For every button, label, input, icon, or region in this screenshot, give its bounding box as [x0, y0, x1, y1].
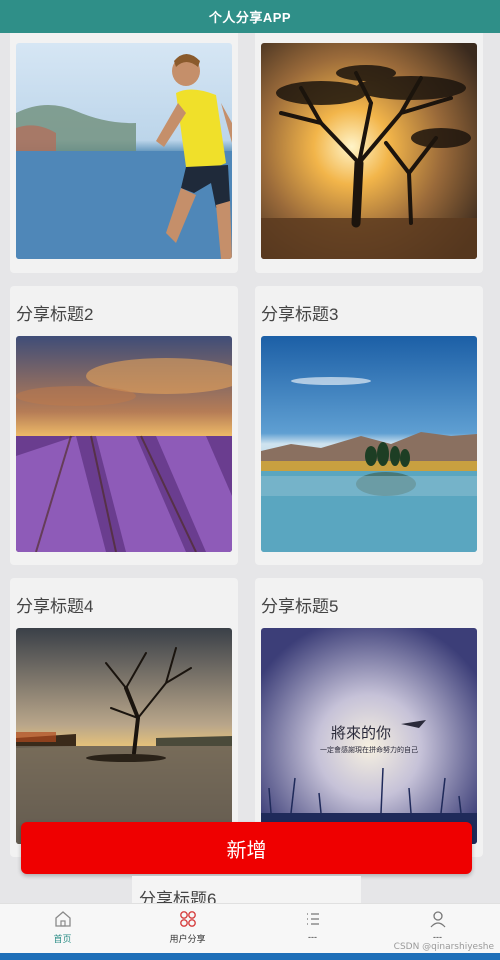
post-image-mountain-lake[interactable]	[261, 336, 477, 552]
tab-list[interactable]: ---	[250, 904, 375, 954]
watermark: CSDN @qinarshiyeshe	[393, 942, 494, 952]
tab-label: ---	[308, 932, 317, 942]
tab-home[interactable]: 首页	[0, 904, 125, 954]
post-title[interactable]: 分享标题5	[261, 592, 338, 617]
post-image-runner[interactable]	[16, 43, 232, 259]
bottom-edge	[0, 953, 500, 960]
tab-user-share[interactable]: 用户分享	[125, 904, 250, 954]
post-feed[interactable]: 分享标题2 分享标题3 分享标题4 分享标题5 將來的你 一定會感謝現在拼命努力…	[0, 33, 500, 903]
post-image-tree-sunset[interactable]	[261, 43, 477, 259]
post-card[interactable]: 分享标题4	[10, 578, 238, 857]
tab-label: ---	[433, 932, 442, 942]
quote-overlay-title: 將來的你	[331, 724, 391, 742]
quote-overlay-sub: 一定會感謝現在拼命努力的自己	[320, 745, 418, 754]
post-image-quote[interactable]: 將來的你 一定會感謝現在拼命努力的自己	[261, 628, 477, 844]
post-title[interactable]: 分享标题3	[261, 300, 338, 325]
list-icon	[306, 913, 319, 925]
post-card[interactable]	[255, 33, 483, 273]
post-card[interactable]	[10, 33, 238, 273]
post-card[interactable]: 分享标题5 將來的你 一定會感謝現在拼命努力的自己	[255, 578, 483, 857]
tab-label: 用户分享	[169, 934, 206, 944]
home-icon	[54, 911, 71, 927]
user-icon	[430, 911, 445, 928]
post-image-lone-tree[interactable]	[16, 628, 232, 844]
app-header: 个人分享APP	[0, 0, 500, 33]
post-title[interactable]: 分享标题4	[16, 592, 93, 617]
app-title: 个人分享APP	[208, 10, 292, 25]
post-title[interactable]: 分享标题2	[16, 300, 93, 325]
tab-label: 首页	[53, 934, 72, 944]
share-icon	[179, 911, 196, 927]
add-post-button[interactable]: 新增	[21, 822, 472, 874]
post-card[interactable]: 分享标题3	[255, 286, 483, 565]
post-card[interactable]: 分享标题2	[10, 286, 238, 565]
post-image-lavender[interactable]	[16, 336, 232, 552]
